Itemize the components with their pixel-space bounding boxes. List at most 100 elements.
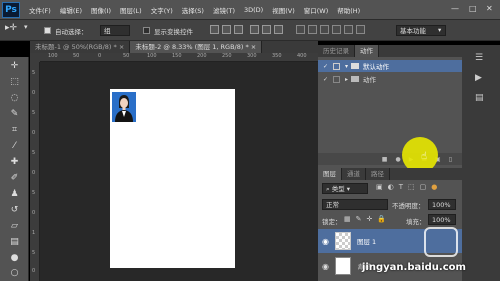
align-middle-icon[interactable]	[222, 25, 231, 34]
pixel-filter-icon[interactable]: ▣	[376, 183, 383, 191]
menu-help[interactable]: 帮助(H)	[337, 5, 360, 15]
move-tool-icon[interactable]: ▸✛	[5, 23, 17, 33]
workspace-chevron-icon[interactable]: ▾	[438, 26, 441, 34]
align-bottom-icon[interactable]	[234, 25, 243, 34]
close-tab-icon[interactable]: ×	[119, 43, 124, 51]
distribute-top-icon[interactable]	[296, 25, 305, 34]
show-transform-checkbox[interactable]	[143, 27, 150, 34]
menu-image[interactable]: 图像(I)	[91, 5, 111, 15]
stop-icon[interactable]: ■	[382, 156, 388, 163]
distribute-left-icon[interactable]	[332, 25, 341, 34]
fill-input[interactable]: 100%	[428, 214, 456, 225]
eyedropper-tool-icon[interactable]: ⁄	[8, 140, 21, 152]
history-panel-icon[interactable]: ☰	[475, 53, 483, 63]
menu-window[interactable]: 窗口(W)	[304, 5, 329, 15]
tab-history[interactable]: 历史记录	[318, 45, 355, 57]
adjustment-filter-icon[interactable]: ◐	[388, 183, 394, 191]
expand-icon[interactable]: ▸	[345, 76, 348, 83]
auto-select-checkbox[interactable]	[44, 27, 51, 34]
minimize-button[interactable]: —	[451, 4, 459, 13]
tab-layers[interactable]: 图层	[318, 168, 342, 180]
action-row[interactable]: ✓ ▸ 动作	[318, 73, 462, 85]
actions-panel-icon[interactable]: ▶	[475, 73, 482, 83]
lock-transparent-icon[interactable]: ▦	[344, 215, 351, 223]
dialog-toggle-icon[interactable]	[333, 75, 341, 83]
eraser-tool-icon[interactable]: ▱	[8, 220, 21, 232]
dodge-tool-icon[interactable]: ○	[8, 267, 21, 279]
distribute-bottom-icon[interactable]	[320, 25, 329, 34]
menu-3d[interactable]: 3D(D)	[244, 6, 263, 14]
hand-cursor-icon: ☝	[421, 151, 428, 162]
check-icon[interactable]: ✓	[323, 76, 328, 83]
ruler-tick-label: 200	[197, 53, 207, 59]
auto-select-dropdown[interactable]: 组	[100, 25, 130, 36]
healing-brush-tool-icon[interactable]: ✚	[8, 156, 21, 168]
menu-layer[interactable]: 图层(L)	[120, 5, 142, 15]
move-tool-icon[interactable]: ✛	[8, 60, 21, 72]
lasso-tool-icon[interactable]: ◌	[8, 92, 21, 104]
ruler-tick-label: 100	[147, 53, 157, 59]
check-icon[interactable]: ✓	[323, 63, 328, 70]
restore-button[interactable]: □	[469, 4, 477, 13]
align-center-icon[interactable]	[262, 25, 271, 34]
align-top-icon[interactable]	[210, 25, 219, 34]
crop-tool-icon[interactable]: ⌗	[8, 124, 21, 136]
distribute-right-icon[interactable]	[356, 25, 365, 34]
marquee-tool-icon[interactable]: ⬚	[8, 76, 21, 88]
distribute-center-icon[interactable]	[344, 25, 353, 34]
record-icon[interactable]: ●	[395, 156, 400, 163]
options-bar: ▸✛ ▾ 自动选择： 组 显示变换控件 基本功能 ▾	[0, 19, 500, 41]
quick-select-tool-icon[interactable]: ✎	[8, 108, 21, 120]
layer-kind-filter[interactable]: ⌕ 类型 ▾	[322, 183, 368, 194]
blend-mode-value: 正常	[326, 201, 339, 209]
ruler-tick-label: 50	[123, 53, 130, 59]
tab-document-2[interactable]: 未标题-2 @ 8.33% (图层 1, RGB/8) * ×	[130, 41, 263, 53]
ruler-tick-label: 0	[98, 53, 102, 59]
actions-panel-tabs: 历史记录 动作	[318, 45, 462, 57]
menu-select[interactable]: 选择(S)	[182, 5, 204, 15]
lock-all-icon[interactable]: 🔒	[377, 215, 386, 223]
chevron-down-icon[interactable]: ▾	[24, 23, 28, 31]
folder-icon	[351, 63, 360, 69]
ruler-tick-label: 300	[247, 53, 257, 59]
tab-paths[interactable]: 路径	[366, 168, 390, 180]
eye-icon[interactable]: ◉	[322, 262, 329, 271]
ruler-tick-label: 100	[48, 53, 58, 59]
align-right-icon[interactable]	[274, 25, 283, 34]
eye-icon[interactable]: ◉	[322, 237, 329, 246]
clone-stamp-tool-icon[interactable]: ♟	[8, 188, 21, 200]
auto-select-label: 自动选择：	[55, 28, 88, 36]
watermark: jingyan.baidu.com	[362, 262, 466, 273]
type-filter-icon[interactable]: T	[399, 183, 403, 191]
dialog-toggle-icon[interactable]	[333, 62, 341, 70]
lock-position-icon[interactable]: ✛	[367, 215, 373, 223]
properties-panel-icon[interactable]: ▤	[475, 93, 484, 103]
menu-type[interactable]: 文字(Y)	[151, 5, 173, 15]
tab-actions[interactable]: 动作	[355, 45, 379, 57]
filter-toggle-icon[interactable]: ●	[431, 183, 437, 191]
brush-tool-icon[interactable]: ✐	[8, 172, 21, 184]
tab-channels[interactable]: 通道	[342, 168, 366, 180]
delete-icon[interactable]: ▯	[449, 156, 452, 163]
gradient-tool-icon[interactable]: ▤	[8, 236, 21, 248]
menu-filter[interactable]: 滤镜(T)	[213, 5, 235, 15]
expand-icon[interactable]: ▾	[345, 63, 348, 70]
lock-pixels-icon[interactable]: ✎	[356, 215, 362, 223]
align-left-icon[interactable]	[250, 25, 259, 34]
ruler-tick-label: 50	[73, 53, 80, 59]
smart-object-filter-icon[interactable]: ▢	[420, 183, 427, 191]
close-tab-icon[interactable]: ×	[251, 43, 256, 51]
close-window-button[interactable]: ✕	[486, 4, 493, 13]
distribute-middle-icon[interactable]	[308, 25, 317, 34]
action-set-row[interactable]: ✓ ▾ 默认动作	[318, 60, 462, 72]
blur-tool-icon[interactable]: ●	[8, 252, 21, 264]
menu-edit[interactable]: 编辑(E)	[60, 5, 82, 15]
opacity-input[interactable]: 100%	[428, 199, 456, 210]
blend-mode-dropdown[interactable]: 正常	[322, 199, 388, 210]
id-photo[interactable]	[112, 92, 136, 122]
tab-document-1[interactable]: 未标题-1 @ 50%(RGB/8) * ×	[30, 41, 131, 53]
history-brush-tool-icon[interactable]: ↺	[8, 204, 21, 216]
menu-view[interactable]: 视图(V)	[272, 5, 295, 15]
menu-file[interactable]: 文件(F)	[29, 5, 51, 15]
shape-filter-icon[interactable]: ⬚	[408, 183, 415, 191]
